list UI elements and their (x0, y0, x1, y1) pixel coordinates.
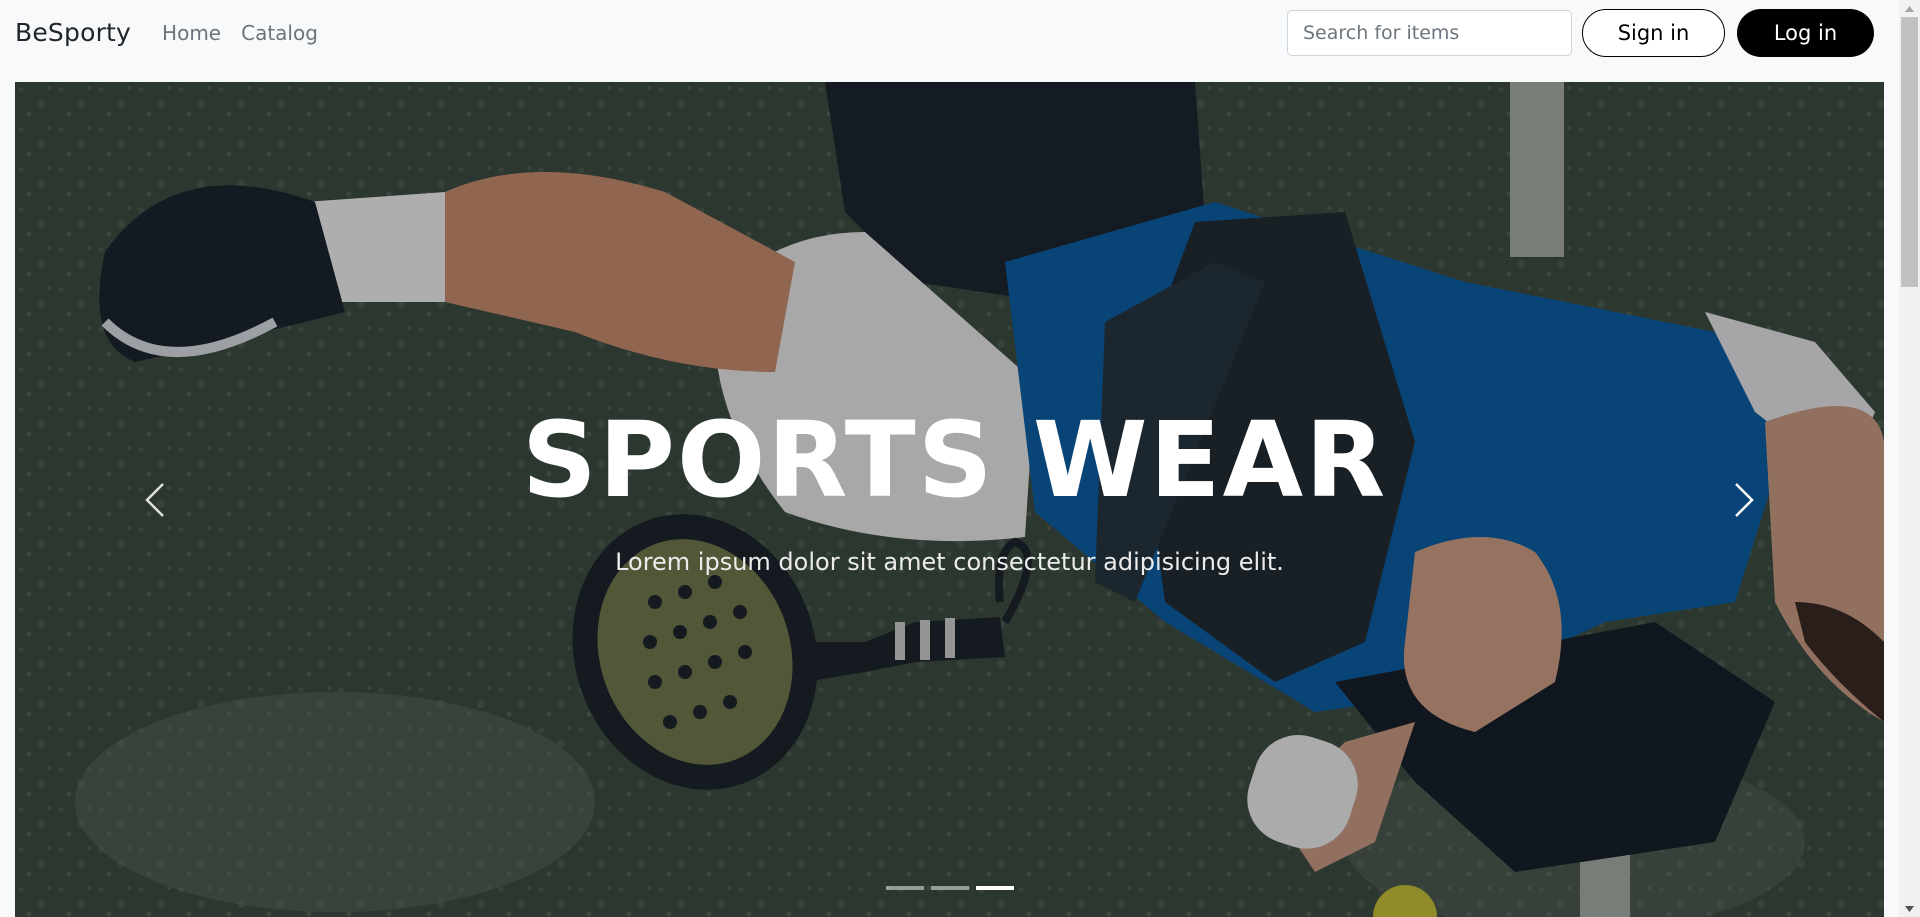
carousel-indicator-3[interactable] (975, 886, 1014, 890)
carousel-next-button[interactable] (1604, 82, 1884, 917)
brand-logo[interactable]: BeSporty (15, 18, 131, 47)
chevron-left-icon (145, 482, 164, 517)
scroll-down-arrow-icon[interactable] (1899, 900, 1920, 917)
nav-link-catalog[interactable]: Catalog (241, 21, 318, 45)
sign-in-button[interactable]: Sign in (1582, 8, 1725, 57)
carousel-indicators (15, 886, 1884, 890)
chevron-right-icon (1735, 482, 1754, 517)
navbar-actions: Sign in Log in (1287, 8, 1874, 57)
scrollbar-thumb[interactable] (1901, 17, 1918, 287)
top-navbar: BeSporty Home Catalog Sign in Log in (0, 0, 1897, 65)
page-scrollbar[interactable] (1899, 0, 1920, 917)
scroll-up-arrow-icon[interactable] (1899, 0, 1920, 17)
carousel-prev-button[interactable] (15, 82, 295, 917)
log-in-button[interactable]: Log in (1737, 8, 1874, 57)
hero-carousel: SPORTS WEAR Lorem ipsum dolor sit amet c… (15, 82, 1884, 917)
carousel-indicator-1[interactable] (885, 886, 924, 890)
search-input[interactable] (1287, 9, 1572, 56)
carousel-indicator-2[interactable] (930, 886, 969, 890)
nav-link-home[interactable]: Home (162, 21, 221, 45)
